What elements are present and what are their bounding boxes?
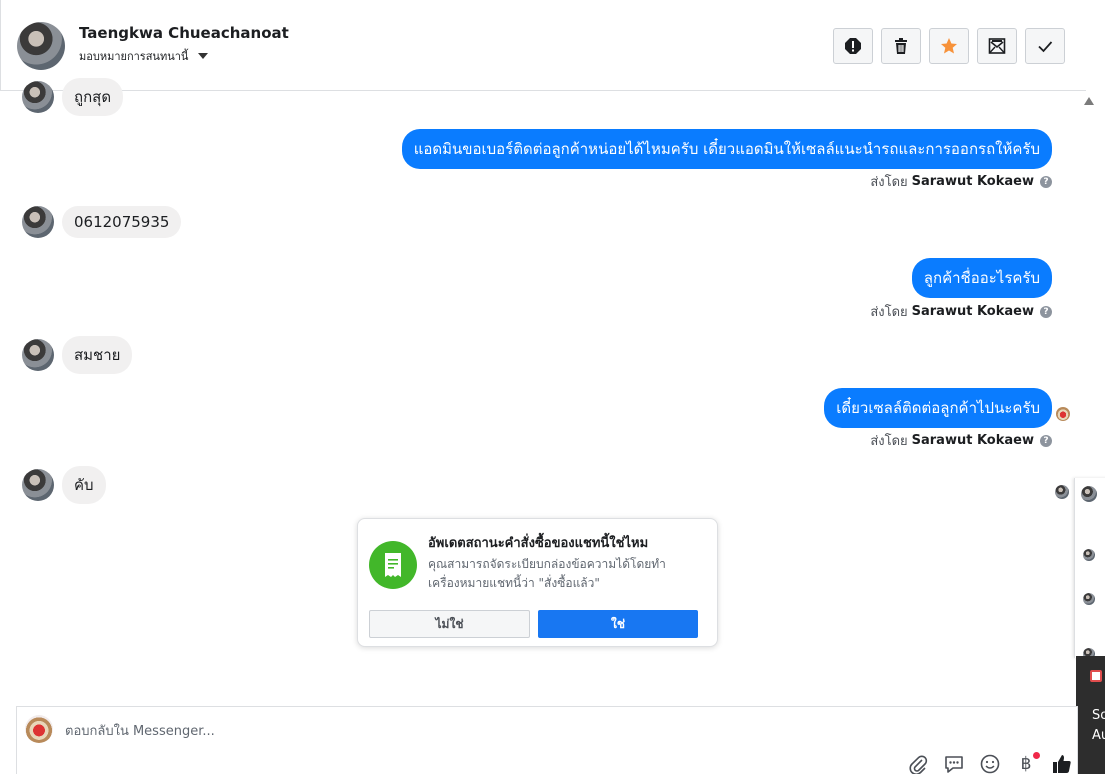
read-receipt-avatar bbox=[1055, 485, 1069, 499]
receipt-icon bbox=[369, 541, 417, 589]
side-text-1: So bbox=[1092, 708, 1105, 723]
sender-name: Sarawut Kokaew bbox=[911, 433, 1034, 448]
saved-replies-icon[interactable] bbox=[943, 753, 965, 774]
prompt-description: คุณสามารถจัดระเบียบกล่องข้อความได้โดยทำเ… bbox=[428, 557, 666, 590]
message-composer: ตอบกลับใน Messenger... ฿ bbox=[16, 706, 1078, 774]
order-status-prompt: อัพเดตสถานะคำสั่งซื้อของแชทนี้ใช่ไหม คุณ… bbox=[357, 518, 718, 647]
message-outgoing: แอดมินขอเบอร์ติดต่อลูกค้าหน่อยได้ไหมครับ… bbox=[401, 129, 1052, 169]
seen-by-avatar bbox=[1056, 407, 1070, 421]
mark-unread-icon bbox=[988, 38, 1006, 54]
sent-by-label: ส่งโดย Sarawut Kokaew ? bbox=[870, 301, 1052, 322]
caret-down-icon bbox=[198, 53, 209, 59]
prompt-no-button[interactable]: ไม่ใช่ bbox=[369, 610, 530, 638]
contact-avatar-small bbox=[22, 339, 54, 371]
sent-by-prefix: ส่งโดย bbox=[870, 434, 908, 449]
message-bubble: คับ bbox=[62, 466, 106, 504]
message-bubble: สมชาย bbox=[62, 336, 133, 374]
message-incoming: สมชาย bbox=[22, 336, 133, 374]
mark-spam-button[interactable] bbox=[833, 28, 873, 64]
reply-input[interactable]: ตอบกลับใน Messenger... bbox=[65, 720, 215, 741]
message-bubble: ถูกสุด bbox=[62, 78, 124, 116]
delete-button[interactable] bbox=[881, 28, 921, 64]
page-avatar bbox=[25, 715, 53, 743]
contact-avatar-small bbox=[22, 81, 54, 113]
side-notification-panel[interactable]: So Au bbox=[1076, 656, 1105, 774]
side-avatar[interactable] bbox=[1083, 549, 1095, 561]
side-avatar[interactable] bbox=[1083, 593, 1095, 605]
header-actions bbox=[833, 28, 1065, 64]
prompt-yes-button[interactable]: ใช่ bbox=[538, 610, 698, 638]
sent-by-label: ส่งโดย Sarawut Kokaew ? bbox=[870, 430, 1052, 451]
thumbs-up-icon[interactable] bbox=[1051, 753, 1073, 774]
composer-tools: ฿ bbox=[907, 752, 1073, 774]
baht-icon: ฿ bbox=[1020, 754, 1032, 774]
trash-icon bbox=[895, 38, 907, 54]
side-avatar[interactable] bbox=[1081, 486, 1097, 502]
payment-button[interactable]: ฿ bbox=[1015, 752, 1040, 774]
sent-by-prefix: ส่งโดย bbox=[870, 175, 908, 190]
contact-name[interactable]: Taengkwa Chueachanoat bbox=[79, 24, 289, 42]
mark-unread-button[interactable] bbox=[977, 28, 1017, 64]
side-text-2: Au bbox=[1092, 728, 1105, 743]
help-icon[interactable]: ? bbox=[1040, 305, 1052, 318]
calendar-icon bbox=[1090, 670, 1102, 682]
side-conversation-list[interactable] bbox=[1074, 478, 1105, 660]
star-icon bbox=[941, 38, 957, 54]
message-bubble: 0612075935 bbox=[62, 206, 182, 238]
sender-name: Sarawut Kokaew bbox=[911, 174, 1034, 189]
message-outgoing: ลูกค้าชื่ออะไรครับ bbox=[911, 258, 1052, 298]
sender-name: Sarawut Kokaew bbox=[911, 304, 1034, 319]
attachment-icon[interactable] bbox=[907, 753, 929, 774]
assign-label: มอบหมายการสนทนานี้ bbox=[79, 50, 189, 63]
contact-avatar[interactable] bbox=[17, 22, 65, 70]
star-button[interactable] bbox=[929, 28, 969, 64]
message-outgoing: เดี๋ยวเซลล์ติดต่อลูกค้าไปนะครับ bbox=[824, 388, 1052, 428]
assign-conversation-dropdown[interactable]: มอบหมายการสนทนานี้ bbox=[79, 47, 209, 65]
notification-dot bbox=[1033, 752, 1040, 759]
checkmark-icon bbox=[1038, 41, 1053, 53]
help-icon[interactable]: ? bbox=[1040, 434, 1052, 447]
contact-avatar-small bbox=[22, 469, 54, 501]
message-incoming: คับ bbox=[22, 466, 106, 504]
sent-by-prefix: ส่งโดย bbox=[870, 305, 908, 320]
emoji-icon[interactable] bbox=[979, 753, 1001, 774]
help-icon[interactable]: ? bbox=[1040, 175, 1052, 188]
spam-icon bbox=[845, 38, 861, 54]
prompt-title: อัพเดตสถานะคำสั่งซื้อของแชทนี้ใช่ไหม bbox=[428, 536, 649, 551]
mark-done-button[interactable] bbox=[1025, 28, 1065, 64]
conversation-header: Taengkwa Chueachanoat มอบหมายการสนทนานี้ bbox=[0, 0, 1086, 91]
sent-by-label: ส่งโดย Sarawut Kokaew ? bbox=[870, 171, 1052, 192]
message-incoming: ถูกสุด bbox=[22, 78, 124, 116]
message-incoming: 0612075935 bbox=[22, 206, 182, 238]
contact-avatar-small bbox=[22, 206, 54, 238]
scroll-up-arrow-icon[interactable] bbox=[1084, 97, 1094, 105]
